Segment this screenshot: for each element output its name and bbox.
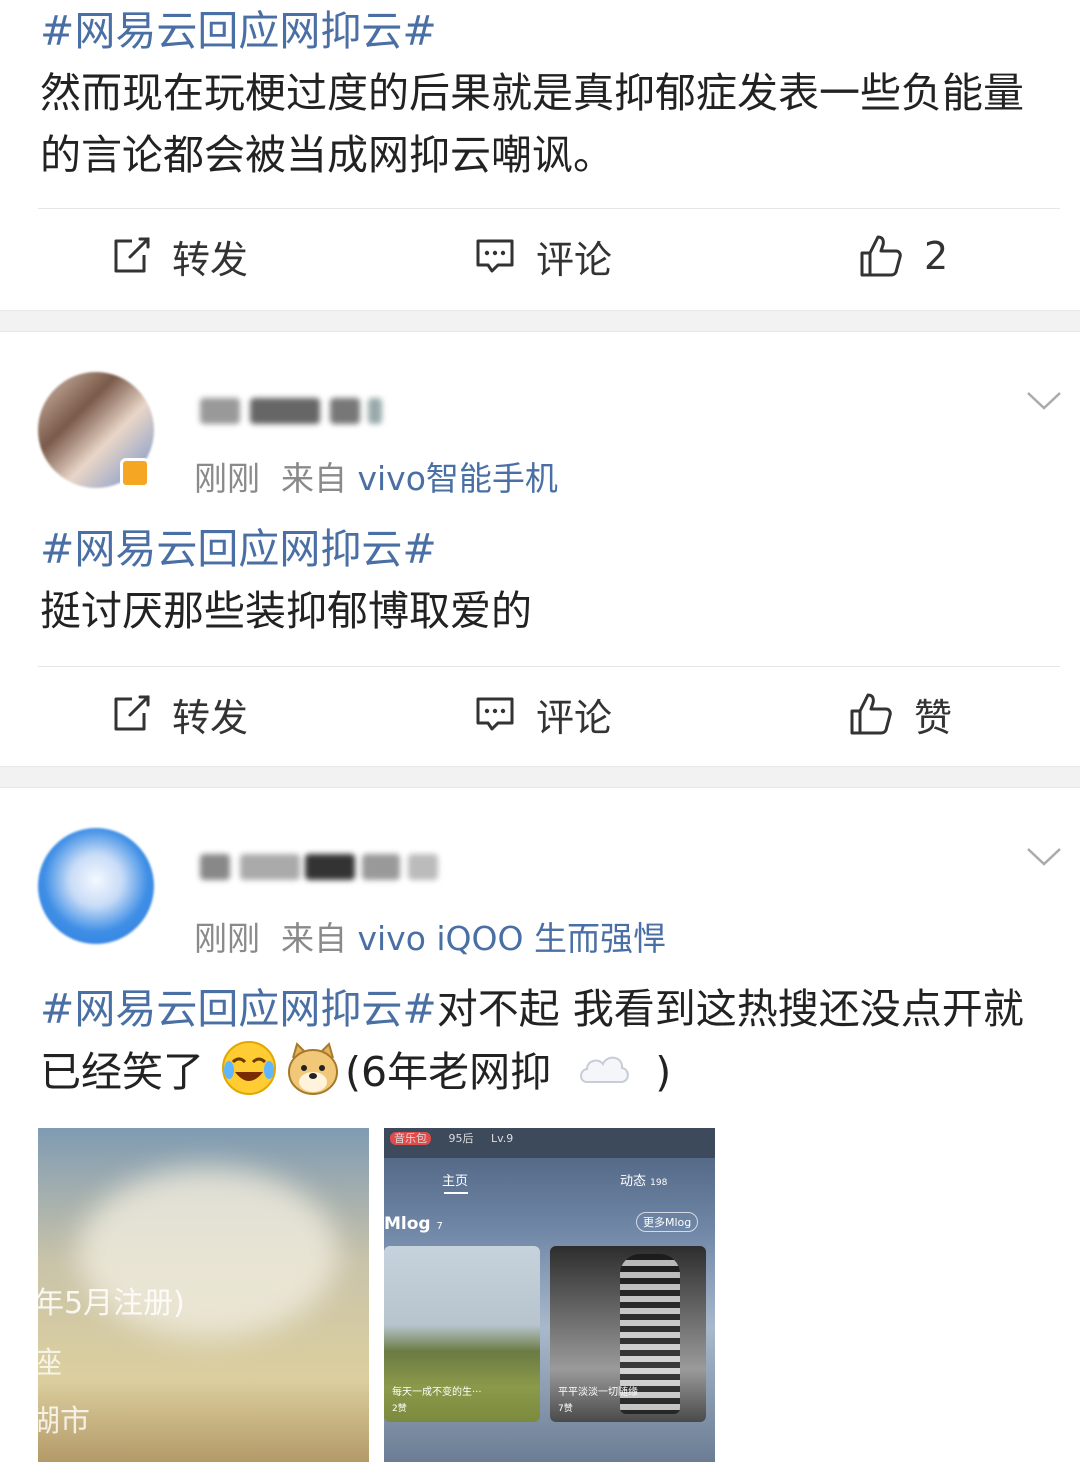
more-mlog-button: 更多Mlog xyxy=(636,1212,699,1232)
post-2-text: #网易云回应网抑云# 挺讨厌那些装抑郁博取爱的 xyxy=(40,518,1050,642)
divider xyxy=(38,208,1060,209)
post-body-3: ) xyxy=(655,1048,672,1096)
doge-icon xyxy=(288,1042,339,1095)
mlog-card-1: 每天一成不变的生··· 2赞 xyxy=(384,1246,540,1422)
card-likes: 7赞 xyxy=(558,1404,573,1414)
username[interactable] xyxy=(190,388,390,434)
card-likes: 2赞 xyxy=(392,1404,407,1414)
badge-level: Lv.9 xyxy=(491,1132,514,1145)
laugh-cry-icon xyxy=(222,1041,277,1095)
image-text-2: 座 xyxy=(38,1346,62,1381)
post-body: 挺讨厌那些装抑郁博取爱的 xyxy=(40,587,532,635)
repost-label: 转发 xyxy=(172,237,249,282)
divider xyxy=(38,666,1060,667)
post-1-text: #网易云回应网抑云# 然而现在玩梗过度的后果就是真抑郁症发表一些负能量的言论都会… xyxy=(40,0,1050,186)
badge-age: 95后 xyxy=(448,1132,474,1145)
post-3: 刚刚 来自 vivo iQOO 生而强悍 #网易云回应网抑云#对不起 我看到这热… xyxy=(0,788,1080,1462)
from-label: 来自 xyxy=(280,919,347,958)
image-top-bar: 音乐包 95后 Lv.9 xyxy=(384,1128,715,1158)
tab-home: 主页 xyxy=(442,1174,469,1189)
post-source[interactable]: vivo iQOO 生而强悍 xyxy=(357,919,666,958)
tab-home-underline xyxy=(444,1192,468,1194)
comment-icon xyxy=(476,239,514,273)
topic-link[interactable]: #网易云回应网抑云# xyxy=(40,7,437,55)
image-text-1: 年5月注册) xyxy=(38,1286,185,1321)
post-time: 刚刚 xyxy=(194,459,260,498)
verified-badge-icon xyxy=(120,458,150,488)
post-3-text: #网易云回应网抑云#对不起 我看到这热搜还没点开就已经笑了 (6年老网抑 ) xyxy=(40,978,1060,1103)
comment-label: 评论 xyxy=(536,237,613,282)
like-label: 赞 xyxy=(914,695,953,740)
comment-icon xyxy=(476,697,514,731)
mlog-card-2: 平平淡淡一切随缘 7赞 xyxy=(550,1246,706,1422)
thumbs-up-icon xyxy=(860,235,902,277)
image-text-3: 湖市 xyxy=(38,1404,90,1439)
repost-button[interactable]: 转发 xyxy=(110,684,248,744)
card-caption: 平平淡淡一切随缘 xyxy=(558,1387,638,1398)
like-button[interactable]: 2 xyxy=(858,226,948,286)
topic-link[interactable]: #网易云回应网抑云# xyxy=(40,525,437,573)
post-source[interactable]: vivo智能手机 xyxy=(357,459,557,498)
post-2: 刚刚 来自 vivo智能手机 #网易云回应网抑云# 挺讨厌那些装抑郁博取爱的 转… xyxy=(0,332,1080,768)
comment-label: 评论 xyxy=(536,695,613,740)
post-image-2[interactable]: 音乐包 95后 Lv.9 主页 动态 198 Mlog 7 更多Mlog 每天一… xyxy=(384,1128,715,1462)
post-1: #网易云回应网抑云# 然而现在玩梗过度的后果就是真抑郁症发表一些负能量的言论都会… xyxy=(0,0,1080,310)
tab-feed: 动态 198 xyxy=(620,1170,667,1189)
comment-button[interactable]: 评论 xyxy=(474,226,612,286)
repost-label: 转发 xyxy=(172,695,249,740)
tab-feed-label: 动态 xyxy=(620,1174,647,1189)
post-body: 然而现在玩梗过度的后果就是真抑郁症发表一些负能量的言论都会被当成网抑云嘲讽。 xyxy=(40,69,1024,179)
like-button[interactable]: 赞 xyxy=(848,684,952,744)
section-count: 7 xyxy=(436,1221,443,1232)
card-caption: 每天一成不变的生··· xyxy=(392,1387,482,1398)
chevron-down-icon[interactable] xyxy=(1026,390,1062,412)
tab-feed-count: 198 xyxy=(650,1178,668,1188)
from-label: 来自 xyxy=(280,459,347,498)
post-time: 刚刚 xyxy=(194,919,260,958)
username[interactable] xyxy=(190,844,450,890)
post-separator xyxy=(0,310,1080,332)
avatar[interactable] xyxy=(38,828,154,944)
chevron-down-icon[interactable] xyxy=(1026,846,1062,868)
repost-icon xyxy=(114,695,150,731)
post-body-2: (6年老网抑 xyxy=(345,1048,552,1096)
post-separator xyxy=(0,766,1080,788)
topic-link[interactable]: #网易云回应网抑云# xyxy=(40,985,437,1033)
comment-button[interactable]: 评论 xyxy=(474,684,612,744)
cloud-icon xyxy=(580,1056,630,1083)
badge-vip: 音乐包 xyxy=(390,1132,431,1145)
repost-button[interactable]: 转发 xyxy=(110,226,248,286)
post-meta: 刚刚 来自 vivo智能手机 xyxy=(194,452,558,500)
section-label: Mlog xyxy=(384,1214,431,1234)
repost-icon xyxy=(114,237,150,273)
thumbs-up-icon xyxy=(850,693,892,735)
post-meta: 刚刚 来自 vivo iQOO 生而强悍 xyxy=(194,912,666,960)
like-count: 2 xyxy=(924,234,949,278)
post-image-1[interactable]: 年5月注册) 座 湖市 xyxy=(38,1128,369,1462)
section-title: Mlog 7 xyxy=(384,1214,443,1234)
